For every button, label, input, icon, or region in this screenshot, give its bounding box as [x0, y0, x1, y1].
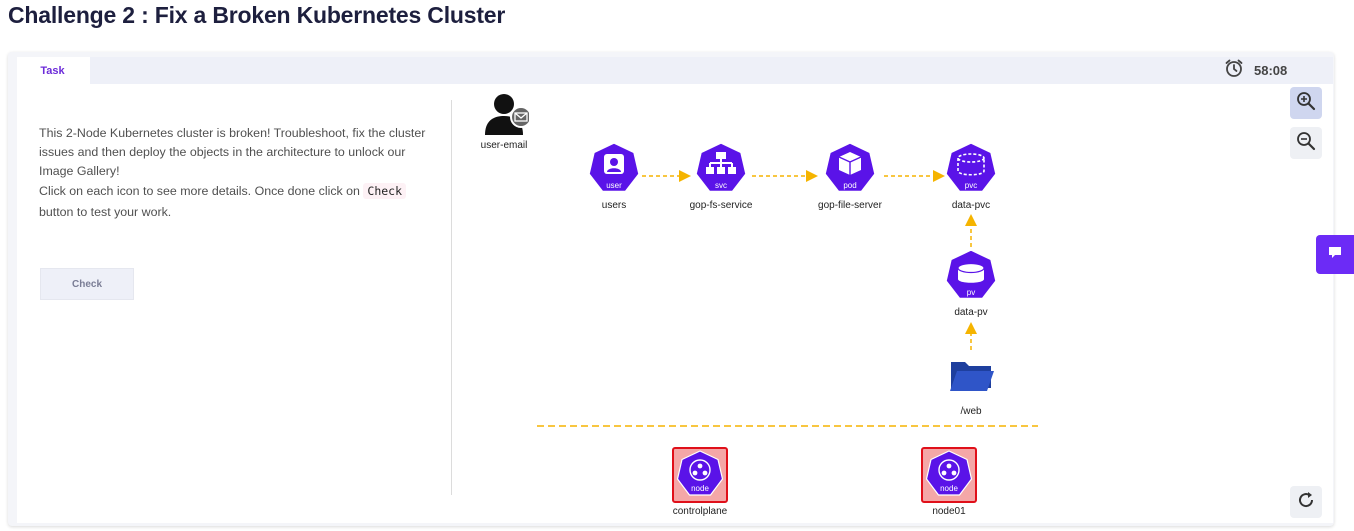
svg-text:user: user: [606, 181, 622, 190]
svg-text:pv: pv: [967, 288, 975, 297]
pvc-k8s-icon: pvc: [945, 142, 997, 193]
user-email-label: user-email: [480, 140, 528, 151]
user-email-node[interactable]: user-email: [464, 91, 544, 151]
svg-text:pvc: pvc: [965, 181, 977, 190]
service-node[interactable]: svc gop-fs-service: [681, 141, 761, 211]
users-node[interactable]: user users: [574, 141, 654, 211]
pod-k8s-icon: pod: [824, 142, 876, 193]
controlplane-label: controlplane: [672, 506, 728, 517]
chat-icon: [1327, 244, 1343, 265]
pod-node[interactable]: pod gop-file-server: [810, 141, 890, 211]
user-email-icon: [479, 91, 529, 137]
pvc-label: data-pvc: [951, 200, 991, 211]
svg-text:node: node: [940, 484, 958, 493]
zoom-out-icon: [1296, 131, 1316, 156]
zoom-in-icon: [1296, 91, 1316, 116]
users-label: users: [601, 200, 627, 211]
chat-button[interactable]: [1316, 235, 1354, 274]
node01-node[interactable]: node node01: [909, 447, 989, 517]
svg-text:svc: svc: [715, 181, 727, 190]
refresh-icon: [1296, 490, 1316, 515]
zoom-in-button[interactable]: [1290, 87, 1322, 119]
user-k8s-icon: user: [588, 142, 640, 193]
pod-label: gop-file-server: [818, 200, 882, 211]
node-k8s-icon: node: [921, 447, 977, 503]
node01-label: node01: [932, 506, 966, 517]
folder-node[interactable]: /web: [931, 356, 1011, 417]
svg-text:pod: pod: [843, 181, 856, 190]
controlplane-node[interactable]: node controlplane: [660, 447, 740, 517]
node-k8s-icon: node: [672, 447, 728, 503]
folder-label: /web: [960, 406, 982, 417]
svc-k8s-icon: svc: [695, 142, 747, 193]
pv-k8s-icon: pv: [945, 249, 997, 300]
service-label: gop-fs-service: [689, 200, 753, 211]
pvc-node[interactable]: pvc data-pvc: [931, 141, 1011, 211]
zoom-out-button[interactable]: [1290, 127, 1322, 159]
pv-node[interactable]: pv data-pv: [931, 248, 1011, 318]
folder-icon: [947, 356, 995, 396]
refresh-button[interactable]: [1290, 486, 1322, 518]
pv-label: data-pv: [954, 307, 988, 318]
svg-text:node: node: [691, 484, 709, 493]
